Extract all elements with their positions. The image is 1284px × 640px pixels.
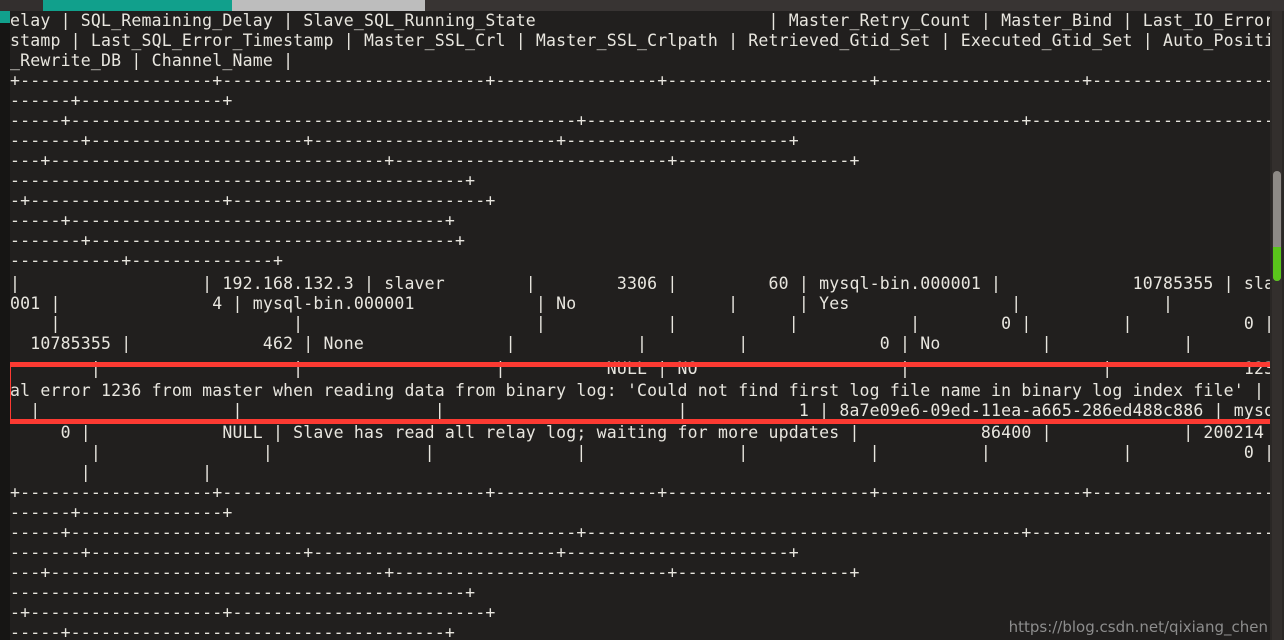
watermark-url: https://blog.csdn.net/qixiang_chen bbox=[1008, 618, 1268, 636]
terminal-line: | | | | 1 | 8a7e09e6-09ed-11ea-a665-286e… bbox=[30, 401, 1284, 420]
terminal-output[interactable]: elay | SQL_Remaining_Delay | Slave_SQL_R… bbox=[10, 11, 1284, 640]
terminal-line: -----------+--------------+ bbox=[10, 251, 284, 270]
terminal-line: -+-------------------+------------------… bbox=[10, 191, 496, 210]
terminal-line: elay | SQL_Remaining_Delay | Slave_SQL_R… bbox=[10, 11, 1284, 30]
terminal-line: | | 192.168.132.3 | slaver | 3306 | 60 |… bbox=[10, 274, 1284, 293]
terminal-line: -+-------------------+------------------… bbox=[10, 603, 496, 622]
vertical-scrollbar[interactable] bbox=[1270, 11, 1284, 640]
terminal-line: ------+--------------+ bbox=[10, 503, 233, 522]
hscrollbar-left-track[interactable] bbox=[0, 0, 43, 11]
terminal-line: ----------------------------------------… bbox=[10, 171, 476, 190]
hscrollbar-thumb[interactable] bbox=[43, 0, 232, 11]
terminal-window: elay | SQL_Remaining_Delay | Slave_SQL_R… bbox=[0, 0, 1284, 640]
terminal-line: -----+----------------------------------… bbox=[10, 211, 456, 230]
vscrollbar-track[interactable] bbox=[1272, 11, 1282, 640]
terminal-line: | | bbox=[10, 463, 213, 482]
terminal-line: -------+---------------------+----------… bbox=[10, 131, 799, 150]
terminal-line: -----+----------------------------------… bbox=[10, 523, 1284, 542]
terminal-line: +-------------------+-------------------… bbox=[10, 71, 1284, 90]
left-gutter bbox=[0, 11, 10, 640]
terminal-line: 10785355 | 462 | None | | | 0 | No | | | bbox=[10, 334, 1284, 353]
terminal-line: -------+---------------------+----------… bbox=[10, 543, 799, 562]
terminal-line: -----+----------------------------------… bbox=[10, 623, 456, 640]
terminal-line: +-------------------+-------------------… bbox=[10, 483, 1284, 502]
horizontal-scrollbar[interactable] bbox=[0, 0, 1284, 11]
terminal-line: | | | NULL | NO | | 1236 | Got fat bbox=[10, 359, 1284, 378]
terminal-line: al error 1236 from master when reading d… bbox=[10, 381, 1284, 400]
hscrollbar-gray-region[interactable] bbox=[232, 0, 425, 11]
terminal-line: 001 | 4 | mysql-bin.000001 | No | | Yes … bbox=[10, 294, 1284, 313]
terminal-line: -------+--------------------------------… bbox=[10, 231, 466, 250]
terminal-line: | | | | | | 0 | | 0 | bbox=[10, 314, 1275, 333]
terminal-line: ----------------------------------------… bbox=[10, 583, 476, 602]
gutter-accent-marker bbox=[0, 11, 10, 23]
hscrollbar-right-track[interactable] bbox=[425, 0, 1284, 11]
terminal-line: -----+----------------------------------… bbox=[10, 111, 1284, 130]
terminal-line: | | | | | | | | 0 | bbox=[10, 443, 1275, 462]
vscrollbar-thumb-accent[interactable] bbox=[1273, 247, 1281, 281]
terminal-line: stamp | Last_SQL_Error_Timestamp | Maste… bbox=[10, 31, 1284, 50]
terminal-line: ---+---------------------------------+--… bbox=[10, 563, 860, 582]
terminal-line: 0 | NULL | Slave has read all relay log;… bbox=[10, 423, 1284, 442]
terminal-line: ------+--------------+ bbox=[10, 91, 233, 110]
terminal-line: ---+---------------------------------+--… bbox=[10, 151, 860, 170]
terminal-line: _Rewrite_DB | Channel_Name | bbox=[10, 51, 294, 70]
